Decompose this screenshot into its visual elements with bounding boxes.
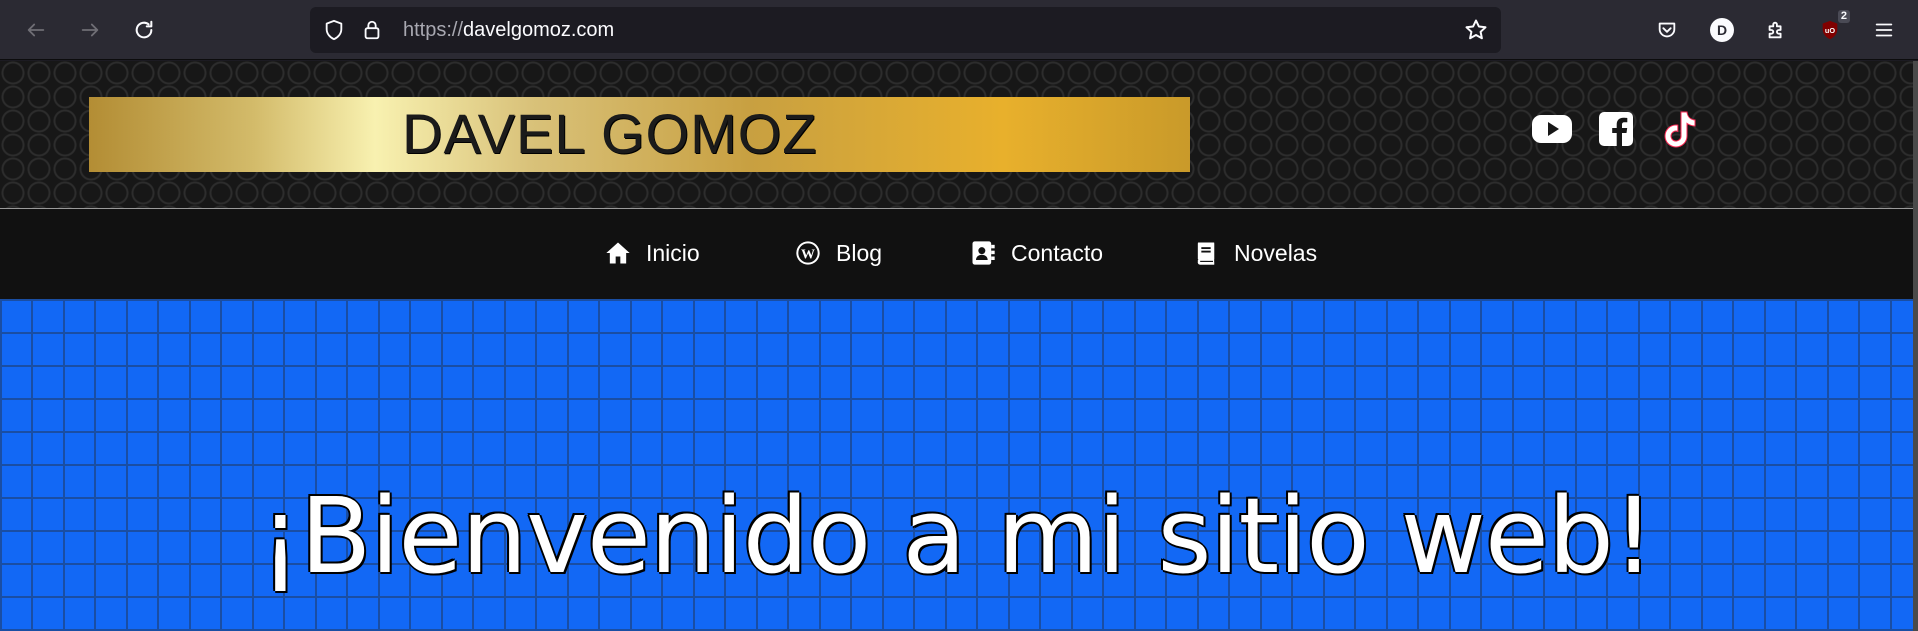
arrow-left-icon — [27, 23, 45, 37]
extensions-button[interactable] — [1758, 12, 1794, 48]
svg-text:W: W — [801, 247, 815, 262]
page-scrollbar[interactable] — [1913, 61, 1918, 631]
nav-item-inicio[interactable]: Inicio — [604, 235, 700, 271]
web-page: DAVEL GOMOZ Inicio W Blog Contacto Novel… — [0, 61, 1918, 631]
shield-icon[interactable] — [323, 19, 345, 41]
back-button[interactable] — [18, 12, 54, 48]
youtube-link[interactable] — [1530, 107, 1574, 151]
pocket-button[interactable] — [1649, 12, 1685, 48]
nav-label: Blog — [836, 239, 883, 266]
facebook-icon — [1599, 112, 1633, 147]
arrow-right-icon — [81, 23, 99, 37]
nav-item-blog[interactable]: W Blog — [794, 235, 882, 271]
site-logo[interactable]: DAVEL GOMOZ — [89, 97, 1190, 172]
extension-badge: 2 — [1837, 10, 1850, 23]
tiktok-link[interactable] — [1658, 107, 1702, 151]
social-links — [1530, 107, 1702, 151]
hero-section: ¡Bienvenido a mi sitio web! — [0, 299, 1913, 631]
ublock-button[interactable]: uO 2 — [1812, 10, 1850, 48]
wordpress-icon: W — [796, 241, 820, 265]
facebook-link[interactable] — [1594, 107, 1638, 151]
tiktok-icon — [1664, 111, 1696, 148]
url-protocol: https:// — [403, 19, 464, 41]
nav-item-contacto[interactable]: Contacto — [969, 235, 1103, 271]
forward-button[interactable] — [72, 12, 108, 48]
site-header: DAVEL GOMOZ — [0, 61, 1913, 208]
nav-label: Novelas — [1234, 239, 1318, 266]
puzzle-icon — [1768, 21, 1782, 39]
browser-toolbar: https://davelgomoz.com D uO 2 — [0, 0, 1918, 60]
account-avatar: D — [1710, 18, 1734, 42]
url-bar[interactable]: https://davelgomoz.com — [310, 7, 1501, 53]
address-book-icon — [972, 241, 995, 265]
url-host: davelgomoz.com — [463, 19, 615, 41]
book-icon — [1197, 242, 1215, 265]
url-text[interactable]: https://davelgomoz.com — [403, 18, 614, 42]
hero-title: ¡Bienvenido a mi sitio web! — [259, 475, 1654, 597]
svg-text:uO: uO — [1825, 26, 1835, 35]
main-navigation: Inicio W Blog Contacto Novelas — [0, 208, 1913, 299]
bookmark-star-icon[interactable] — [1464, 18, 1488, 42]
reload-icon — [135, 20, 153, 39]
home-icon — [606, 242, 630, 264]
account-button[interactable]: D — [1704, 12, 1740, 48]
nav-item-novelas[interactable]: Novelas — [1192, 235, 1317, 271]
reload-button[interactable] — [126, 12, 162, 48]
menu-button[interactable] — [1866, 12, 1902, 48]
youtube-icon — [1532, 115, 1572, 143]
logo-text: DAVEL GOMOZ — [402, 102, 818, 165]
nav-label: Inicio — [646, 239, 700, 266]
nav-label: Contacto — [1011, 239, 1104, 266]
hamburger-menu-icon — [1875, 23, 1893, 37]
lock-icon[interactable] — [361, 19, 383, 41]
pocket-icon — [1658, 22, 1676, 38]
ublock-origin-icon: uO — [1822, 20, 1838, 40]
